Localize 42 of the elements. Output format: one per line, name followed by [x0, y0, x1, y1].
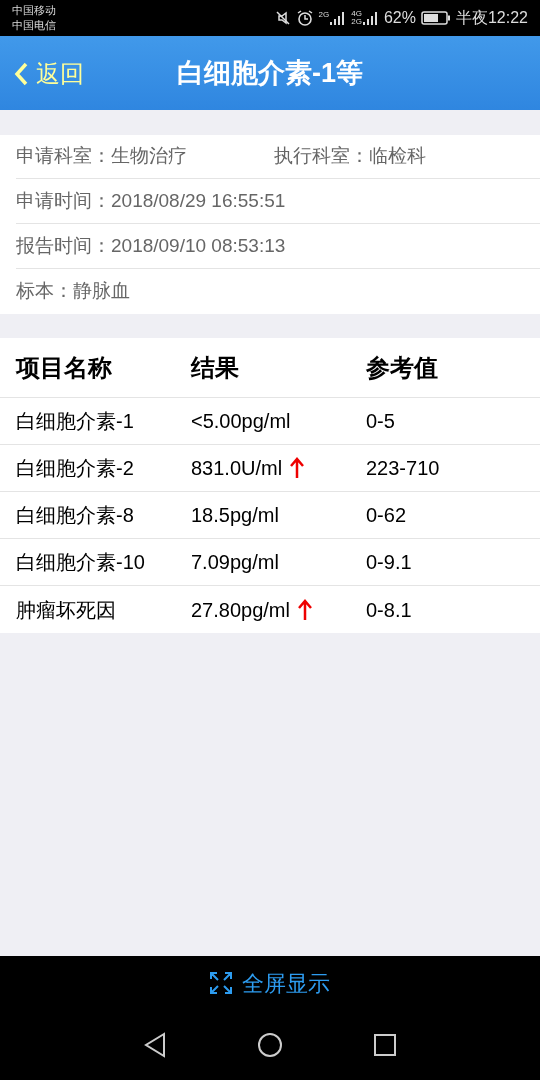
- network-label: 4G: [351, 10, 362, 18]
- column-header: 参考值: [366, 352, 439, 383]
- table-cell-text: 0-5: [366, 409, 396, 434]
- table-cell-text: 白细胞介素-8: [16, 503, 135, 528]
- table-cell-text: 223-710: [366, 456, 441, 481]
- table-cell-text: 肿瘤坏死因: [16, 597, 117, 623]
- table-cell-text: 18.5pg/ml: [191, 503, 279, 528]
- info-text: 执行科室：临检科: [274, 144, 426, 169]
- network-label: 2G: [351, 18, 362, 26]
- table-cell-text: 7.09pg/ml: [191, 550, 279, 575]
- table-cell-text: 27.80pg/ml: [191, 597, 290, 623]
- info-text: 标本：静脉血: [16, 279, 130, 304]
- table-cell-text: 白细胞介素-10: [16, 550, 146, 575]
- battery-icon: [420, 11, 451, 25]
- home-nav-icon[interactable]: [257, 1032, 283, 1058]
- mute-icon: [274, 10, 291, 26]
- battery-percent: 62%: [383, 8, 416, 28]
- chevron-left-icon: [14, 62, 28, 86]
- table-cell-text: <5.00pg/ml: [191, 409, 291, 434]
- table-cell-text: 831.0U/ml: [191, 456, 283, 481]
- table-cell-text: 白细胞介素-2: [16, 456, 135, 481]
- network-label: 2G: [318, 11, 330, 19]
- table-cell-text: 0-8.1: [366, 597, 413, 623]
- fullscreen-button[interactable]: 全屏显示: [210, 966, 330, 1000]
- table-cell-text: 白细胞介素-1: [16, 409, 135, 434]
- info-text: 报告时间：2018/09/10 08:53:13: [16, 233, 286, 258]
- expand-icon: [210, 972, 232, 994]
- column-header: 结果: [191, 352, 240, 383]
- info-text: 申请科室：生物治疗: [16, 144, 188, 169]
- carrier-name: 中国电信: [12, 18, 56, 33]
- signal-icon: [330, 11, 347, 25]
- page-title: 白细胞介素-1等: [177, 56, 363, 90]
- table-cell-text: 0-62: [366, 503, 408, 528]
- back-nav-icon[interactable]: [143, 1032, 167, 1058]
- signal-icon: [362, 11, 379, 25]
- recents-nav-icon[interactable]: [373, 1033, 397, 1057]
- info-text: 申请时间：2018/08/29 16:55:51: [16, 188, 286, 213]
- table-cell-text: 0-9.1: [366, 550, 413, 575]
- clock: 半夜12:22: [455, 8, 528, 28]
- alarm-icon: [295, 9, 314, 27]
- column-header: 项目名称: [16, 352, 113, 383]
- carrier-name: 中国移动: [12, 3, 56, 18]
